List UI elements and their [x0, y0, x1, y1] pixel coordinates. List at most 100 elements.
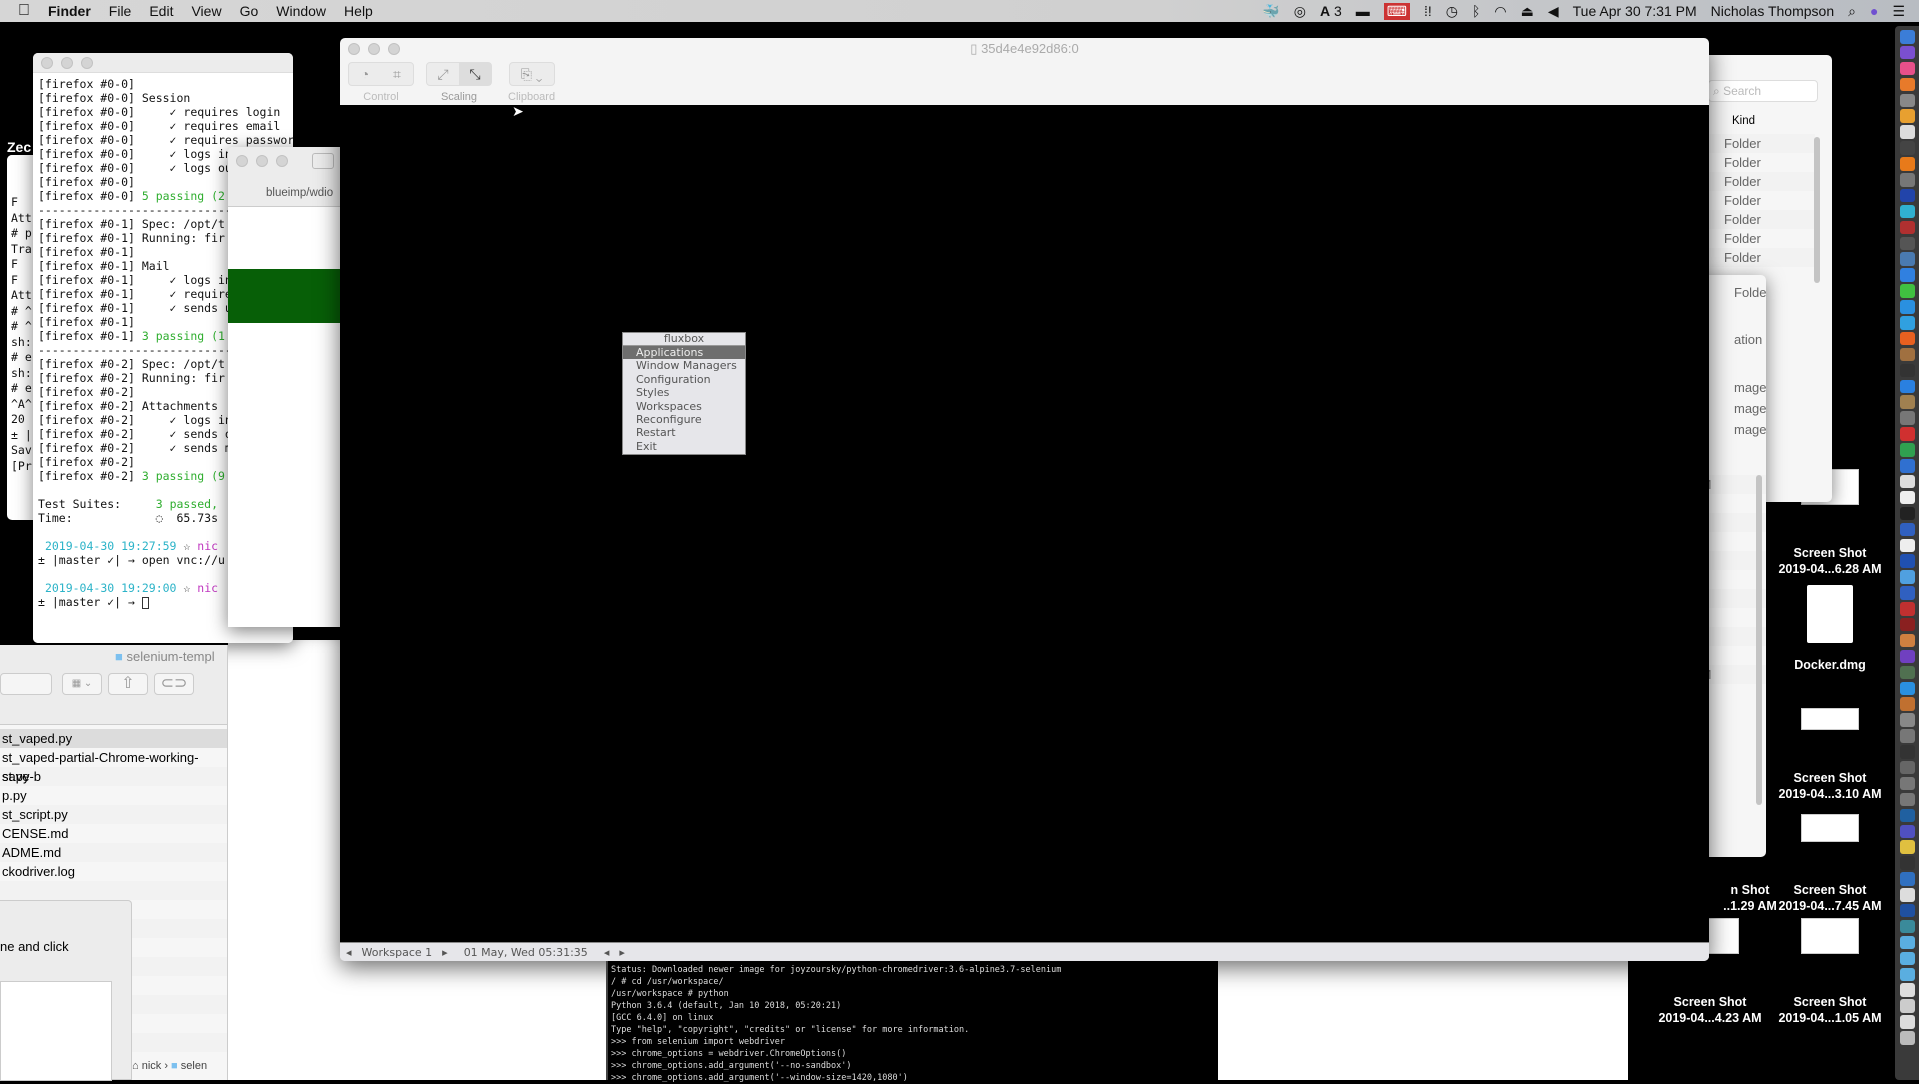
binoculars-icon[interactable]: ⌗ [381, 63, 413, 85]
dock-app-icon[interactable] [1899, 649, 1915, 664]
shrink-icon[interactable]: ⤡ [459, 63, 491, 85]
dock-app-icon[interactable] [1899, 554, 1915, 568]
dock-app-icon[interactable] [1899, 30, 1915, 44]
dock-app-icon[interactable] [1899, 792, 1915, 807]
dock-app-icon[interactable] [1899, 824, 1915, 839]
dock-app-icon[interactable] [1899, 1031, 1915, 1045]
fluxbox-menu-item-reconfigure[interactable]: Reconfigure [623, 413, 745, 426]
adobe-icon[interactable]: A 3 [1320, 3, 1342, 19]
menu-finder[interactable]: Finder [39, 3, 100, 19]
dock-app-icon[interactable] [1899, 983, 1915, 997]
dock-app-icon[interactable] [1899, 411, 1915, 425]
keyboard-icon[interactable]: ⌨ [1383, 2, 1410, 20]
workspace-next-icon[interactable]: ▸ [442, 946, 448, 959]
dock-app-icon[interactable] [1899, 379, 1915, 394]
menu-window[interactable]: Window [267, 3, 335, 19]
dock-app-icon[interactable] [1899, 220, 1915, 235]
window-next-icon[interactable]: ▸ [619, 946, 625, 959]
dock-app-icon[interactable] [1899, 697, 1915, 711]
dock-app-icon[interactable] [1899, 745, 1915, 759]
path-item-selenium[interactable]: selen [181, 1060, 207, 1072]
menu-view[interactable]: View [182, 3, 230, 19]
dock-app-icon[interactable] [1899, 300, 1915, 314]
dock-app-icon[interactable] [1899, 776, 1915, 791]
path-item-nick[interactable]: nick [142, 1060, 162, 1072]
menu-go[interactable]: Go [231, 3, 268, 19]
dock-app-icon[interactable] [1899, 617, 1915, 632]
browser-tab[interactable]: blueimp/wdio [266, 187, 333, 199]
fluxbox-menu-item-workspaces[interactable]: Workspaces [623, 400, 745, 413]
volume-icon[interactable]: ◀ [1548, 3, 1559, 20]
workspace-prev-icon[interactable]: ◂ [346, 946, 352, 959]
dock-app-icon[interactable] [1899, 363, 1915, 378]
dock-app-icon[interactable] [1899, 236, 1915, 251]
dock-app-icon[interactable] [1899, 284, 1915, 298]
dock-app-icon[interactable] [1899, 935, 1915, 950]
dock-app-icon[interactable] [1899, 570, 1915, 584]
desktop-icon[interactable]: Screen Shot 2019-04...1.05 AM [1770, 918, 1890, 1026]
dock-app-icon[interactable] [1899, 633, 1915, 648]
kind-cell-fragment[interactable]: mage [1734, 380, 1766, 395]
creative-cloud-icon[interactable]: ◎ [1294, 3, 1306, 20]
file-row[interactable]: p.py [0, 786, 227, 805]
kind-column-header[interactable]: Kind [1732, 115, 1755, 127]
tag-button[interactable]: ⊂⊃ [154, 673, 194, 695]
wifi-icon[interactable]: ◠ [1494, 3, 1506, 20]
apple-icon[interactable]:  [0, 2, 39, 20]
dock-app-icon[interactable] [1899, 395, 1915, 409]
dock-app-icon[interactable] [1899, 602, 1915, 616]
dock-app-icon[interactable] [1899, 888, 1915, 902]
desktop-icon[interactable]: Docker.dmg [1770, 585, 1890, 673]
display-icon[interactable]: ▬ [1356, 3, 1370, 19]
dock-app-icon[interactable] [1899, 951, 1915, 966]
menu-help[interactable]: Help [335, 3, 382, 19]
clock[interactable]: Tue Apr 30 7:31 PM [1573, 3, 1697, 19]
dock-app-icon[interactable] [1899, 157, 1915, 171]
vnc-viewer-window[interactable]: ▯ 35d4e4e92d86:0 ◔ ⌗ Control ⤢ ⤡ Scaling ⎘… [340, 38, 1709, 961]
desktop-icon[interactable]: Screen Shot 2019-04...7.45 AM [1770, 814, 1890, 914]
share-button[interactable]: ⇧ [108, 673, 148, 695]
fluxbox-menu-item-applications[interactable]: Applications [623, 346, 745, 360]
docker-python-terminal[interactable]: Status: Downloaded newer image for joyzo… [606, 961, 1218, 1083]
dock-app-icon[interactable] [1899, 903, 1915, 918]
file-row[interactable]: CENSE.md [0, 824, 227, 843]
dock-app-icon[interactable] [1899, 808, 1915, 823]
fluxbox-menu-item-restart[interactable]: Restart [623, 426, 745, 439]
dock-app-icon[interactable] [1899, 331, 1915, 346]
eject-icon[interactable]: ⏏ [1521, 3, 1534, 20]
dock-app-icon[interactable] [1899, 967, 1915, 982]
expand-icon[interactable]: ⤢ [427, 63, 459, 85]
dock-app-icon[interactable] [1899, 729, 1915, 743]
notification-center-icon[interactable]: ☰ [1892, 3, 1905, 20]
dock-app-icon[interactable] [1899, 713, 1915, 727]
dock-app-icon[interactable] [1899, 872, 1915, 886]
bluetooth-icon[interactable]: ᛒ [1472, 3, 1480, 19]
finder-window-selenium[interactable]: ■ selenium-templ ▦ ⌄ ⇧ ⊂⊃ st_vaped.py st_… [0, 645, 228, 1081]
dock-app-icon[interactable] [1899, 665, 1915, 680]
dock-app-icon[interactable] [1899, 919, 1915, 934]
dock-app-icon[interactable] [1899, 125, 1915, 139]
time-machine-icon[interactable]: ◷ [1446, 3, 1458, 20]
kind-cell-fragment[interactable]: mage [1734, 422, 1766, 437]
dock-app-icon[interactable] [1899, 681, 1915, 696]
siri-icon[interactable]: ● [1870, 3, 1878, 19]
dock-app-icon[interactable] [1899, 61, 1915, 76]
dock-app-icon[interactable] [1899, 252, 1915, 266]
window-prev-icon[interactable]: ◂ [604, 946, 610, 959]
desktop-icon[interactable]: Screen Shot 2019-04...3.10 AM [1770, 708, 1890, 802]
kind-cell-fragment[interactable]: mage [1734, 401, 1766, 416]
dock-app-icon[interactable] [1899, 760, 1915, 775]
dock-app-icon[interactable] [1899, 45, 1915, 60]
dock-app-icon[interactable] [1899, 999, 1915, 1013]
dock-app-icon[interactable] [1899, 1015, 1915, 1029]
fluxbox-menu-item-exit[interactable]: Exit [623, 440, 745, 453]
kind-cell-fragment[interactable]: ation [1734, 332, 1762, 347]
search-field[interactable]: ⌕ Search [1708, 80, 1818, 102]
sidebar-toggle-icon[interactable] [312, 153, 334, 169]
remote-screen[interactable]: ➤ fluxbox Applications Window Managers Con… [340, 103, 1709, 942]
menu-edit[interactable]: Edit [140, 3, 182, 19]
dock-app-icon[interactable] [1899, 268, 1915, 282]
dock-app-icon[interactable] [1899, 173, 1915, 187]
column-view-button[interactable] [0, 673, 52, 695]
dock-app-icon[interactable] [1899, 141, 1915, 155]
